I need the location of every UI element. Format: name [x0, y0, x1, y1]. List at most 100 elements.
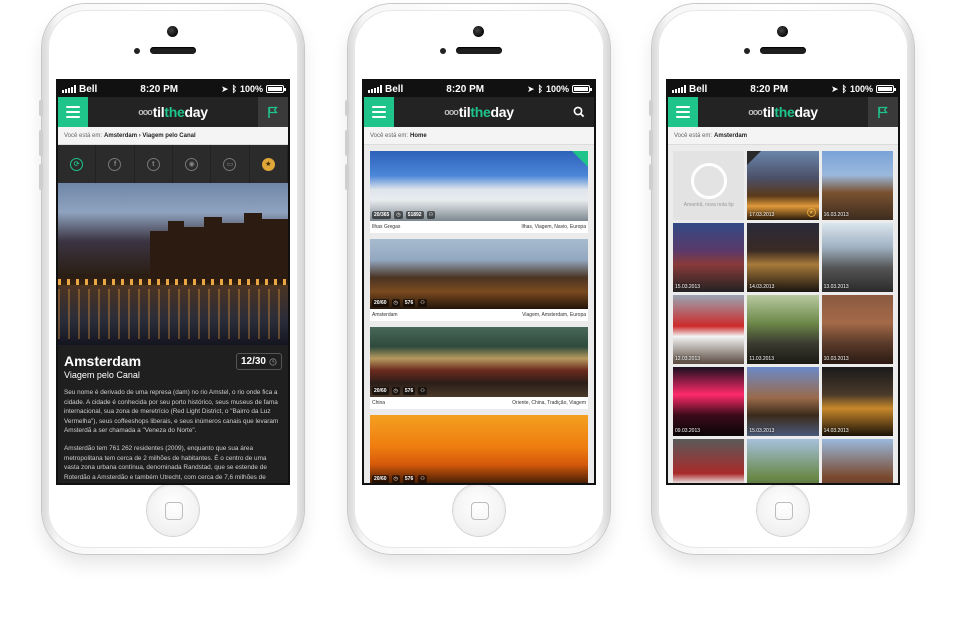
bluetooth-icon: ᛒ — [537, 84, 543, 94]
clock-icon: ◷ — [391, 387, 400, 395]
card-photo-greek-islands: 20/365 ◷ 51892 ⚇ — [370, 151, 588, 221]
status-bar: Bell 8:20 PM ➤ ᛒ 100% — [58, 81, 288, 97]
hero-photo-amsterdam-canal — [58, 183, 288, 345]
photo-date: 10.03.2013 — [823, 356, 849, 362]
tip-counter-value: 12/30 — [240, 356, 266, 367]
card-title: Ilhas Gregas — [372, 224, 401, 230]
breadcrumb: Você está em: Home — [364, 127, 594, 145]
photo-date: 14.03.2013 — [823, 428, 849, 434]
clock: 8:20 PM — [750, 83, 789, 95]
photo-tile[interactable]: 11.03.2013 — [747, 295, 819, 364]
photo-tile[interactable]: 16.03.2013 — [821, 151, 893, 220]
volume-up-button — [39, 130, 43, 156]
card-followers: 576 — [402, 475, 416, 483]
battery-percent: 100% — [239, 84, 263, 94]
battery-icon — [876, 85, 896, 93]
photo-date: 17.03.2013 — [749, 212, 775, 218]
volume-up-button — [649, 130, 653, 156]
menu-button[interactable] — [668, 97, 698, 127]
card-tip-count: 20/60 — [372, 475, 389, 483]
card-tip-count: 20/365 — [372, 211, 392, 219]
bluetooth-icon: ᛒ — [841, 84, 847, 94]
photo-tile[interactable] — [747, 439, 819, 483]
breadcrumb-path[interactable]: Amsterdam › Viagem pelo Canal — [104, 133, 196, 139]
volume-down-button — [649, 164, 653, 190]
logo-part-the: the — [164, 104, 185, 120]
proximity-sensor — [440, 48, 446, 54]
photo-tile[interactable]: 14.03.2013 — [747, 223, 819, 292]
location-icon: ➤ — [831, 83, 839, 94]
share-bar: ⟳ f t ◉ ▭ ★ — [58, 145, 288, 183]
photo-date: 11.03.2013 — [749, 356, 774, 362]
breadcrumb-prefix: Você está em: — [674, 132, 713, 139]
app-header: ooo til the day — [668, 97, 898, 127]
earpiece-speaker — [150, 47, 196, 54]
tip-counter: 12/30 — [235, 353, 282, 370]
photo-tile[interactable] — [821, 439, 893, 483]
logo-part-til: til — [762, 104, 775, 120]
destination-card[interactable]: 20/60 ◷ 576 ⚇ China Oriente, China, Trad… — [370, 327, 588, 409]
destination-card[interactable]: 20/60 ◷ 576 ⚇ — [370, 415, 588, 483]
facebook-button[interactable]: f — [96, 145, 135, 183]
volume-down-button — [39, 164, 43, 190]
breadcrumb-path[interactable]: Amsterdam — [714, 133, 747, 139]
screen-home: Bell 8:20 PM ➤ ᛒ 100% ooo til the day Vo… — [362, 79, 596, 485]
photo-tile[interactable]: 13.03.2013 — [821, 223, 893, 292]
logo-part-til: til — [458, 104, 471, 120]
description-paragraph-2: Amsterdão tem 761 262 residentes (2009),… — [64, 445, 267, 481]
flag-button[interactable] — [257, 97, 288, 127]
home-button[interactable] — [757, 484, 809, 536]
breadcrumb-path[interactable]: Home — [410, 133, 427, 139]
photo-tile[interactable]: 15.03.2013 — [673, 223, 745, 292]
photo-tile[interactable] — [673, 439, 745, 483]
flag-button[interactable] — [867, 97, 898, 127]
photo-tile[interactable]: 09.03.2013 — [673, 367, 745, 436]
place-subtitle: Viagem pelo Canal — [64, 370, 140, 380]
photo-date: 13.03.2013 — [823, 284, 849, 290]
home-button[interactable] — [147, 484, 199, 536]
favorite-button[interactable]: ★ — [250, 145, 288, 183]
logo-part-the: the — [470, 104, 491, 120]
location-icon: ➤ — [221, 83, 229, 94]
phone-gallery: Bell 8:20 PM ➤ ᛒ 100% ooo til the day Vo… — [649, 4, 914, 554]
info-icon — [747, 151, 762, 165]
breadcrumb-prefix: Você está em: — [370, 132, 409, 139]
mockup-stage: Bell 8:20 PM ➤ ᛒ 100% ooo til the day Vo… — [0, 0, 960, 622]
photo-tile[interactable]: 17.03.2013 ★ — [747, 151, 819, 220]
earpiece-speaker — [760, 47, 806, 54]
message-button[interactable]: ▭ — [211, 145, 250, 183]
app-header: ooo til the day — [364, 97, 594, 127]
bluetooth-icon: ᛒ — [231, 84, 237, 94]
card-photo-china: 20/60 ◷ 576 ⚇ — [370, 327, 588, 397]
proximity-sensor — [134, 48, 140, 54]
photo-date: 14.03.2013 — [749, 284, 775, 290]
instagram-button[interactable]: ◉ — [173, 145, 212, 183]
logo-prefix: ooo — [138, 107, 152, 117]
star-icon: ★ — [806, 208, 816, 217]
photo-tile[interactable]: 10.03.2013 — [821, 295, 893, 364]
menu-button[interactable] — [364, 97, 394, 127]
front-camera — [473, 26, 484, 37]
carrier: Bell — [689, 83, 708, 95]
card-followers: 576 — [402, 299, 416, 307]
home-button[interactable] — [453, 484, 505, 536]
photo-date: 16.03.2013 — [823, 212, 849, 218]
status-bar: Bell 8:20 PM ➤ ᛒ 100% — [668, 81, 898, 97]
destination-card[interactable]: 20/365 ◷ 51892 ⚇ Ilhas Gregas Ilhas, Via… — [370, 151, 588, 233]
card-followers: 576 — [402, 387, 416, 395]
status-bar: Bell 8:20 PM ➤ ᛒ 100% — [364, 81, 594, 97]
photo-tile[interactable]: 12.03.2013 — [673, 295, 745, 364]
destination-card[interactable]: 20/60 ◷ 576 ⚇ Amsterdam Viagem, Amsterda… — [370, 239, 588, 321]
upcoming-tip-placeholder[interactable]: Amanhã, nova nota tip — [673, 151, 745, 220]
logo-part-day: day — [184, 104, 208, 120]
twitter-button[interactable]: t — [135, 145, 173, 183]
photo-tile[interactable]: 14.03.2013 — [821, 367, 893, 436]
menu-button[interactable] — [58, 97, 88, 127]
placeholder-ring-icon — [690, 162, 727, 199]
search-button[interactable] — [564, 97, 594, 127]
photo-tile[interactable]: 15.03.2013 — [747, 367, 819, 436]
card-tags: Ilhas, Viagem, Navio, Europa — [521, 224, 586, 230]
volume-up-button — [345, 130, 349, 156]
front-camera — [777, 26, 788, 37]
share-button[interactable]: ⟳ — [58, 145, 97, 183]
